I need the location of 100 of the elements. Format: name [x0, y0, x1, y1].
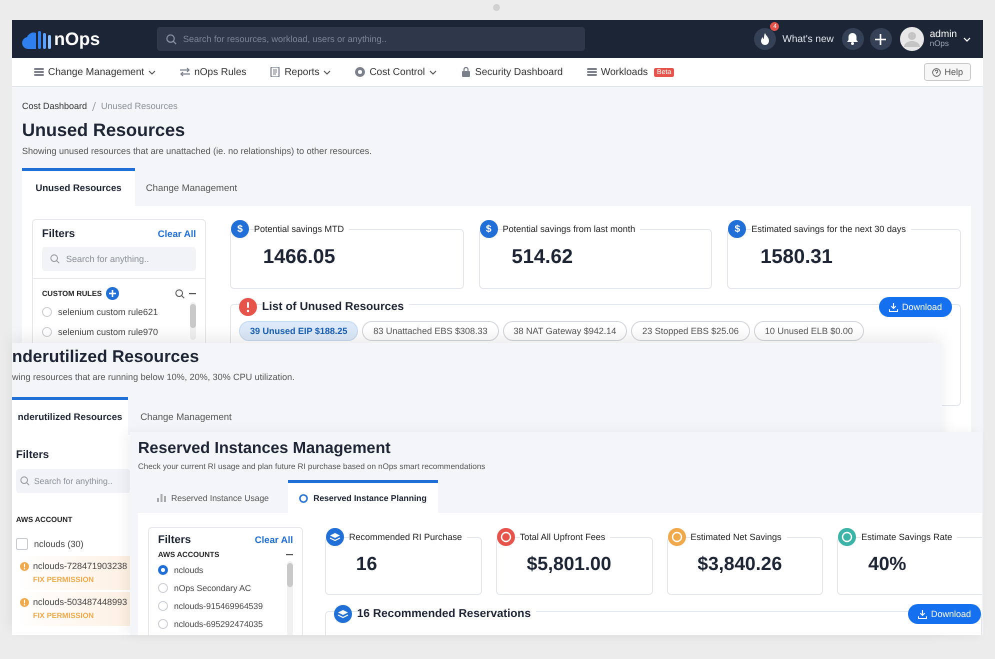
list-title: List of Unused Resources	[262, 301, 409, 313]
radio-button[interactable]	[158, 565, 168, 575]
filter-chip[interactable]: 23 Stopped EBS $25.06	[631, 321, 750, 341]
card-label: Potential savings MTD	[254, 224, 350, 234]
help-icon	[932, 68, 942, 76]
page-subtitle: wing resources that are running below 10%, 20%, 30% CPU utilization.	[12, 372, 296, 382]
dollar-icon: $	[231, 220, 249, 238]
card-label: Estimated savings for the next 30 days	[751, 224, 911, 234]
dollar-icon: $	[728, 220, 746, 238]
account-option[interactable]: nclouds-695292474035	[158, 615, 287, 633]
search-icon	[50, 254, 60, 264]
scrollbar[interactable]	[190, 302, 196, 340]
flame-icon	[760, 33, 770, 45]
help-button[interactable]: Help	[924, 63, 971, 81]
checkbox[interactable]	[16, 538, 28, 550]
filters-title: Filters	[16, 449, 50, 461]
account-name: nclouds-728471903238	[33, 561, 128, 571]
logo-text: nOps	[54, 28, 100, 50]
scrollbar[interactable]	[287, 561, 293, 635]
logo-icon	[22, 29, 52, 49]
whats-new-link[interactable]: What's new	[782, 34, 834, 44]
download-button[interactable]: Download	[908, 604, 981, 624]
clear-all-link[interactable]: Clear All	[254, 534, 293, 546]
filter-chip[interactable]: 83 Unattached EBS $308.33	[362, 321, 498, 341]
camera-dot	[493, 4, 500, 11]
tab[interactable]: Reserved Instance Usage	[138, 480, 288, 513]
search-icon	[20, 476, 30, 486]
tab[interactable]: Change Management	[128, 397, 244, 435]
card-value: 1466.05	[262, 245, 336, 269]
nav-item[interactable]: Reports	[270, 66, 332, 78]
nav-icon	[355, 67, 366, 77]
caret-icon	[429, 70, 438, 74]
breadcrumb-link[interactable]: Cost Dashboard	[22, 101, 88, 111]
card-label: Recommended RI Purchase	[349, 532, 468, 542]
notifications-button[interactable]	[842, 28, 864, 50]
avatar-icon[interactable]	[900, 27, 924, 51]
caret-icon[interactable]	[963, 36, 971, 42]
download-icon	[888, 302, 898, 312]
tab[interactable]: Change Management	[135, 168, 248, 206]
breadcrumb-separator-icon	[92, 102, 96, 110]
account-option[interactable]: nclouds (30)	[16, 534, 130, 554]
nav-item[interactable]: Change Management	[34, 66, 156, 78]
nav-icon	[586, 67, 597, 77]
account-option[interactable]: nOps Secondary AC	[158, 579, 287, 597]
warning-icon	[20, 598, 29, 606]
layers-icon	[334, 605, 352, 623]
account-option[interactable]: nclouds-915469964539	[158, 597, 287, 615]
plus-icon	[875, 34, 886, 44]
page-subtitle: Showing unused resources that are unattached (ie. no relationships) to other resources.	[22, 146, 373, 156]
page-title: Reserved Instances Management	[138, 440, 392, 458]
warning-icon	[20, 562, 29, 570]
card-value: $3,840.26	[696, 553, 784, 576]
tab[interactable]: Reserved Instance Planning	[288, 480, 438, 513]
page-title: Unused Resources	[22, 120, 186, 141]
bell-icon	[847, 33, 858, 45]
page-subtitle: Check your current RI usage and plan future RI purchase based on nOps smart recommendations	[138, 462, 486, 471]
card-value: 16	[355, 553, 378, 576]
user-org: nOps	[930, 40, 950, 49]
rule-option[interactable]: selenium custom rule970	[42, 322, 190, 342]
filters-title: Filters	[158, 534, 192, 546]
card-value: $5,801.00	[526, 553, 612, 576]
search-icon	[166, 34, 177, 44]
breadcrumb-current: Unused Resources	[101, 101, 178, 111]
rule-option[interactable]: selenium custom rule621	[42, 302, 190, 322]
nav-icon	[461, 67, 472, 77]
tab[interactable]: nderutilized Resources	[12, 397, 128, 435]
tab[interactable]: Unused Resources	[22, 168, 135, 206]
dollar-icon: $	[480, 220, 498, 238]
download-button[interactable]: Download	[878, 297, 952, 317]
card-value: 40%	[867, 553, 908, 576]
caret-icon	[323, 70, 332, 74]
card-label: Estimated Net Savings	[690, 532, 787, 542]
clear-all-link[interactable]: Clear All	[158, 228, 196, 240]
filter-chip[interactable]: 10 Unused ELB $0.00	[754, 321, 864, 341]
add-button[interactable]	[870, 28, 892, 50]
nav-icon	[270, 67, 280, 77]
filters-title: Filters	[42, 228, 76, 240]
card-label: Total All Upfront Fees	[520, 532, 610, 542]
search-icon[interactable]	[175, 288, 185, 298]
ring-icon	[299, 494, 308, 502]
card-value: 1580.31	[759, 245, 834, 269]
nav-item[interactable]: Security Dashboard	[461, 66, 563, 78]
nav-icon	[180, 67, 190, 77]
minus-icon[interactable]	[286, 554, 293, 556]
alert-icon	[239, 298, 257, 316]
account-option[interactable]: nclouds	[158, 561, 287, 579]
add-icon[interactable]	[106, 287, 119, 300]
nav-icon	[34, 67, 44, 77]
filter-chip[interactable]: 38 NAT Gateway $942.14	[502, 321, 628, 341]
caret-icon	[148, 70, 156, 74]
user-name[interactable]: admin	[930, 29, 957, 40]
nav-item[interactable]: Cost Control	[355, 66, 438, 78]
account-name: nclouds-503487448993	[33, 597, 128, 607]
minus-icon[interactable]	[189, 292, 196, 294]
card-value: 514.62	[510, 245, 574, 269]
bar-chart-icon	[157, 494, 166, 502]
fire-button[interactable]	[754, 28, 776, 50]
nav-item[interactable]: nOps Rules	[180, 66, 246, 78]
filter-chip[interactable]: 39 Unused EIP $188.25	[239, 321, 358, 341]
download-icon	[918, 610, 927, 618]
